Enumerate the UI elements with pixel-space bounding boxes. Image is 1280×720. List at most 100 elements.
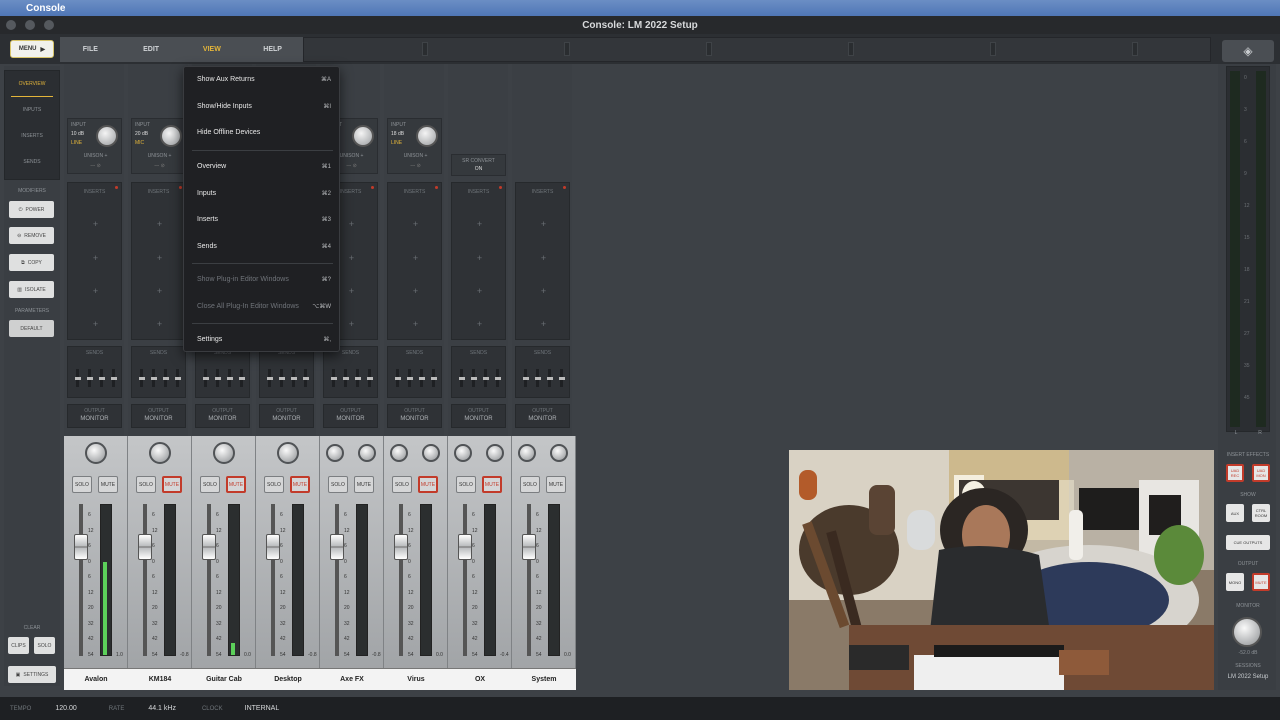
send-fader[interactable] — [278, 377, 285, 380]
output-selector[interactable]: OUTPUT MONITOR — [387, 404, 442, 428]
send-fader[interactable] — [430, 377, 437, 380]
menu-item-show-aux-returns[interactable]: Show Aux Returns ⌘A — [197, 76, 331, 83]
nav-inputs[interactable]: INPUTS — [5, 97, 59, 123]
nav-sends[interactable]: SENDS — [5, 149, 59, 175]
send-fader[interactable] — [266, 377, 273, 380]
insert-slot-add[interactable]: + — [452, 253, 507, 263]
solo-button[interactable]: SOLO — [456, 476, 476, 493]
pan-knob-right[interactable] — [358, 444, 376, 462]
send-fader[interactable] — [110, 377, 117, 380]
send-fader[interactable] — [226, 377, 233, 380]
mono-button[interactable]: MONO — [1226, 573, 1244, 591]
phase-filter-icons[interactable]: ⁓ ⊘ — [132, 163, 187, 169]
output-selector[interactable]: OUTPUT MONITOR — [195, 404, 250, 428]
channel-overview-strip[interactable] — [303, 37, 1211, 62]
menu-tab-view[interactable]: VIEW — [182, 46, 243, 53]
output-selector[interactable]: OUTPUT MONITOR — [131, 404, 186, 428]
channel-name[interactable]: Axe FX — [320, 668, 384, 690]
send-fader[interactable] — [98, 377, 105, 380]
output-selector[interactable]: OUTPUT MONITOR — [323, 404, 378, 428]
insert-slot-add[interactable]: + — [388, 286, 443, 296]
menu-button[interactable]: MENU ▶ — [10, 40, 54, 58]
channel-fader[interactable] — [394, 534, 408, 560]
cue-outputs-button[interactable]: CUE OUTPUTS — [1226, 535, 1270, 550]
unison-label[interactable]: UNISON + — [68, 153, 123, 159]
menu-item-settings[interactable]: Settings ⌘, — [197, 336, 331, 343]
channel-fader[interactable] — [74, 534, 88, 560]
send-fader[interactable] — [302, 377, 309, 380]
minimize-window-button[interactable] — [25, 20, 35, 30]
insert-slot-add[interactable]: + — [388, 253, 443, 263]
channel-name[interactable]: OX — [448, 668, 512, 690]
output-mute-button[interactable]: MUTE — [1252, 573, 1270, 591]
unison-label[interactable]: UNISON + — [388, 153, 443, 159]
send-fader[interactable] — [558, 377, 565, 380]
session-name[interactable]: LM 2022 Setup — [1220, 674, 1276, 680]
channel-fader[interactable] — [522, 534, 536, 560]
power-button[interactable]: ⏻ POWER — [9, 201, 54, 218]
aux-button[interactable]: AUX — [1226, 504, 1244, 522]
send-fader[interactable] — [162, 377, 169, 380]
insert-slot-add[interactable]: + — [132, 219, 187, 229]
menu-item-show-hide-inputs[interactable]: Show/Hide Inputs ⌘I — [197, 103, 331, 110]
insert-slot-add[interactable]: + — [516, 319, 571, 329]
menu-item-hide-offline-devices[interactable]: Hide Offline Devices — [197, 129, 327, 136]
insert-slot-add[interactable]: + — [516, 286, 571, 296]
send-fader[interactable] — [546, 377, 553, 380]
pan-knob[interactable] — [85, 442, 107, 464]
menu-tab-file[interactable]: FILE — [60, 46, 121, 53]
output-selector[interactable]: OUTPUT MONITOR — [451, 404, 506, 428]
pan-knob[interactable] — [277, 442, 299, 464]
send-fader[interactable] — [394, 377, 401, 380]
settings-button[interactable]: ▣ SETTINGS — [8, 666, 56, 683]
insert-slot-add[interactable]: + — [452, 319, 507, 329]
menu-tab-edit[interactable]: EDIT — [121, 46, 182, 53]
insert-slot-add[interactable]: + — [132, 253, 187, 263]
insert-slot-add[interactable]: + — [68, 286, 123, 296]
uad-rec-button[interactable]: UAD REC — [1226, 464, 1244, 482]
input-preamp[interactable]: INPUT 10 dB LINE UNISON + ⁓ ⊘ — [67, 118, 122, 174]
mute-button[interactable]: MUTE — [162, 476, 182, 493]
insert-slot-add[interactable]: + — [388, 219, 443, 229]
send-fader[interactable] — [174, 377, 181, 380]
nav-overview[interactable]: OVERVIEW — [11, 71, 53, 97]
send-fader[interactable] — [458, 377, 465, 380]
menu-item-inputs[interactable]: Inputs ⌘2 — [197, 190, 331, 197]
copy-button[interactable]: ⧉ COPY — [9, 254, 54, 271]
channel-name[interactable]: Virus — [384, 668, 448, 690]
solo-button[interactable]: SOLO — [392, 476, 412, 493]
menu-item-overview[interactable]: Overview ⌘1 — [197, 163, 331, 170]
gain-knob[interactable] — [352, 125, 374, 147]
pan-knob-left[interactable] — [518, 444, 536, 462]
mute-button[interactable]: MUTE — [418, 476, 438, 493]
solo-button[interactable]: SOLO — [264, 476, 284, 493]
pan-knob-right[interactable] — [422, 444, 440, 462]
solo-button[interactable]: SOLO — [200, 476, 220, 493]
solo-button[interactable]: SOLO — [136, 476, 156, 493]
pan-knob[interactable] — [149, 442, 171, 464]
pan-knob-right[interactable] — [550, 444, 568, 462]
monitor-level-knob[interactable] — [1232, 617, 1262, 647]
pan-knob-left[interactable] — [454, 444, 472, 462]
insert-slot-add[interactable]: + — [132, 286, 187, 296]
insert-slot-add[interactable]: + — [516, 219, 571, 229]
input-preamp[interactable]: INPUT 18 dB LINE UNISON + ⁓ ⊘ — [387, 118, 442, 174]
insert-slot-add[interactable]: + — [452, 286, 507, 296]
close-window-button[interactable] — [6, 20, 16, 30]
send-fader[interactable] — [366, 377, 373, 380]
insert-slot-add[interactable]: + — [68, 219, 123, 229]
mute-button[interactable]: MUTE — [546, 476, 566, 493]
channel-name[interactable]: Guitar Cab — [192, 668, 256, 690]
isolate-button[interactable]: ▥ ISOLATE — [9, 281, 54, 298]
channel-fader[interactable] — [266, 534, 280, 560]
ctrl-room-button[interactable]: CTRL ROOM — [1252, 504, 1270, 522]
send-fader[interactable] — [86, 377, 93, 380]
send-fader[interactable] — [202, 377, 209, 380]
channel-fader[interactable] — [202, 534, 216, 560]
insert-slot-add[interactable]: + — [388, 319, 443, 329]
send-fader[interactable] — [418, 377, 425, 380]
insert-slot-add[interactable]: + — [68, 253, 123, 263]
send-fader[interactable] — [494, 377, 501, 380]
unison-label[interactable]: UNISON + — [132, 153, 187, 159]
output-selector[interactable]: OUTPUT MONITOR — [67, 404, 122, 428]
